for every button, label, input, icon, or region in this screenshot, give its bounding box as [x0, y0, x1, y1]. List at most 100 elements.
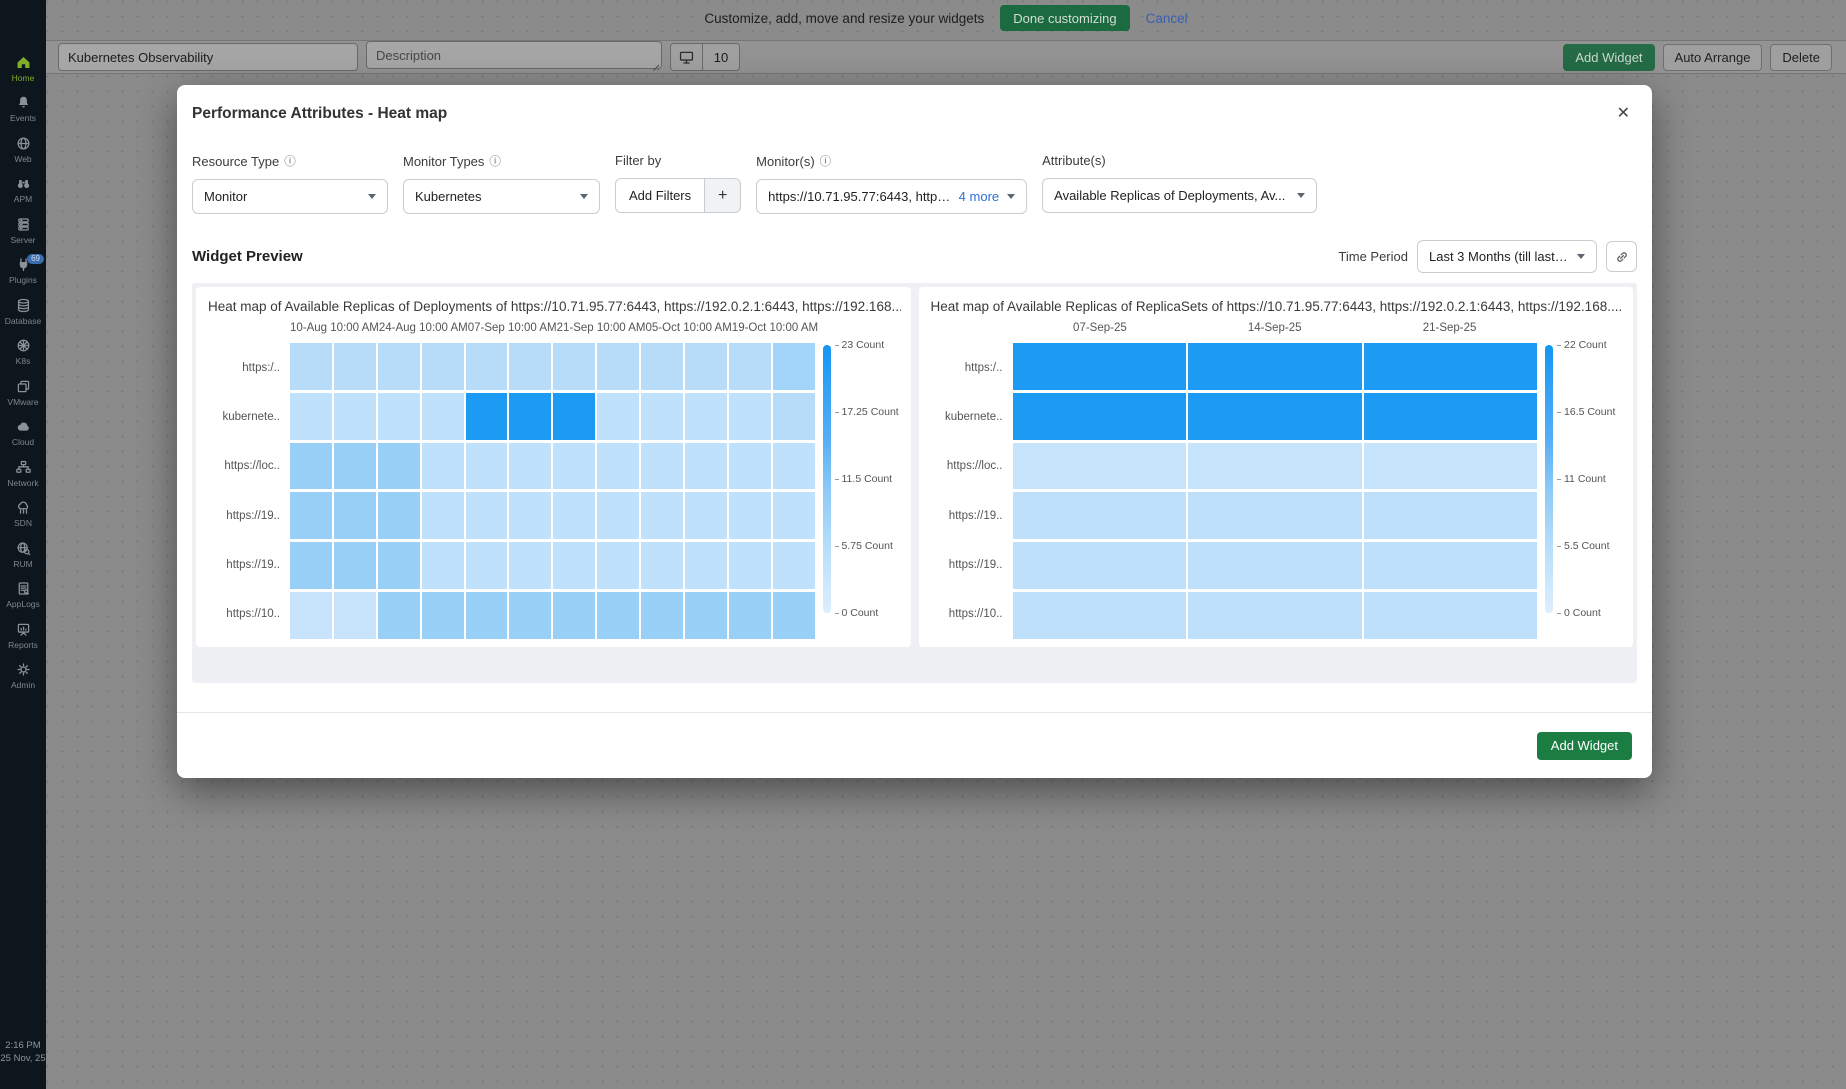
monitor-types-select[interactable]: Kubernetes: [403, 179, 600, 214]
dashboard-title-input[interactable]: [58, 43, 358, 71]
heatmap-cell[interactable]: [378, 592, 420, 639]
attributes-select[interactable]: Available Replicas of Deployments, Av...: [1042, 178, 1317, 213]
sidebar-item-network[interactable]: Network: [0, 453, 46, 494]
heatmap-cell[interactable]: [466, 542, 508, 589]
heatmap-cell[interactable]: [1188, 542, 1362, 589]
heatmap-cell[interactable]: [729, 492, 771, 539]
heatmap-cell[interactable]: [553, 393, 595, 440]
time-period-select[interactable]: Last 3 Months (till last m...: [1417, 240, 1597, 273]
heatmap-cell[interactable]: [422, 343, 464, 390]
sidebar-item-rum[interactable]: RUM: [0, 534, 46, 575]
heatmap-cell[interactable]: [509, 492, 551, 539]
heatmap-cell[interactable]: [422, 542, 464, 589]
delete-button[interactable]: Delete: [1770, 44, 1832, 71]
heatmap-cell[interactable]: [334, 492, 376, 539]
heatmap-cell[interactable]: [553, 592, 595, 639]
heatmap-cell[interactable]: [1188, 492, 1362, 539]
heatmap-cell[interactable]: [597, 592, 639, 639]
heatmap-cell[interactable]: [509, 443, 551, 490]
dashboard-description-input[interactable]: [366, 41, 662, 69]
heatmap-cell[interactable]: [685, 343, 727, 390]
info-icon[interactable]: ⓘ: [820, 153, 832, 169]
add-widget-toolbar-button[interactable]: Add Widget: [1563, 44, 1654, 71]
heatmap-cell[interactable]: [641, 492, 683, 539]
monitors-select[interactable]: https://10.71.95.77:6443, https://192.0.…: [756, 179, 1027, 214]
sidebar-item-events[interactable]: Events: [0, 89, 46, 130]
heatmap-cell[interactable]: [378, 542, 420, 589]
link-icon[interactable]: [1606, 241, 1637, 272]
heatmap-cell[interactable]: [1013, 443, 1187, 490]
heatmap-cell[interactable]: [378, 492, 420, 539]
heatmap-cell[interactable]: [334, 542, 376, 589]
heatmap-cell[interactable]: [1013, 542, 1187, 589]
heatmap-cell[interactable]: [422, 592, 464, 639]
heatmap-cell[interactable]: [641, 592, 683, 639]
heatmap-cell[interactable]: [1188, 592, 1362, 639]
heatmap-cell[interactable]: [729, 343, 771, 390]
heatmap-cell[interactable]: [1013, 592, 1187, 639]
heatmap-cell[interactable]: [553, 542, 595, 589]
heatmap-cell[interactable]: [466, 492, 508, 539]
heatmap-cell[interactable]: [729, 443, 771, 490]
sidebar-item-admin[interactable]: Admin: [0, 656, 46, 697]
heatmap-cell[interactable]: [1013, 343, 1187, 390]
heatmap-cell[interactable]: [509, 343, 551, 390]
auto-arrange-button[interactable]: Auto Arrange: [1663, 44, 1763, 71]
heatmap-cell[interactable]: [1364, 542, 1538, 589]
heatmap-cell[interactable]: [378, 443, 420, 490]
sidebar-item-database[interactable]: Database: [0, 291, 46, 332]
heatmap-cell[interactable]: [773, 592, 815, 639]
add-filter-plus-button[interactable]: +: [704, 178, 741, 213]
heatmap-cell[interactable]: [685, 443, 727, 490]
heatmap-cell[interactable]: [773, 492, 815, 539]
heatmap-cell[interactable]: [1364, 393, 1538, 440]
heatmap-cell[interactable]: [773, 393, 815, 440]
done-customizing-button[interactable]: Done customizing: [1000, 5, 1129, 31]
heatmap-cell[interactable]: [334, 592, 376, 639]
heatmap-cell[interactable]: [641, 542, 683, 589]
heatmap-cell[interactable]: [334, 443, 376, 490]
heatmap-cell[interactable]: [290, 343, 332, 390]
heatmap-cell[interactable]: [641, 443, 683, 490]
heatmap-cell[interactable]: [509, 393, 551, 440]
heatmap-cell[interactable]: [685, 492, 727, 539]
resource-type-select[interactable]: Monitor: [192, 179, 388, 214]
sidebar-item-apm[interactable]: APM: [0, 170, 46, 211]
sidebar-item-server[interactable]: Server: [0, 210, 46, 251]
heatmap-cell[interactable]: [509, 592, 551, 639]
heatmap-cell[interactable]: [422, 443, 464, 490]
heatmap-cell[interactable]: [597, 492, 639, 539]
heatmap-cell[interactable]: [729, 542, 771, 589]
heatmap-cell[interactable]: [685, 393, 727, 440]
heatmap-cell[interactable]: [685, 542, 727, 589]
heatmap-cell[interactable]: [509, 542, 551, 589]
info-icon[interactable]: ⓘ: [284, 153, 296, 169]
heatmap-cell[interactable]: [422, 492, 464, 539]
heatmap-cell[interactable]: [1364, 492, 1538, 539]
monitors-more-link[interactable]: 4 more: [959, 189, 999, 204]
sidebar-item-applogs[interactable]: AppLogs: [0, 575, 46, 616]
heatmap-cell[interactable]: [466, 393, 508, 440]
sidebar-item-sdn[interactable]: SDN: [0, 494, 46, 535]
heatmap-cell[interactable]: [597, 393, 639, 440]
heatmap-cell[interactable]: [597, 343, 639, 390]
heatmap-cell[interactable]: [553, 443, 595, 490]
info-icon[interactable]: ⓘ: [489, 153, 501, 169]
heatmap-cell[interactable]: [729, 592, 771, 639]
heatmap-cell[interactable]: [553, 492, 595, 539]
heatmap-cell[interactable]: [553, 343, 595, 390]
heatmap-cell[interactable]: [1364, 443, 1538, 490]
sidebar-item-vmware[interactable]: VMware: [0, 372, 46, 413]
heatmap-cell[interactable]: [290, 443, 332, 490]
heatmap-cell[interactable]: [1364, 592, 1538, 639]
heatmap-cell[interactable]: [641, 343, 683, 390]
close-icon[interactable]: ✕: [1617, 106, 1630, 122]
cancel-link[interactable]: Cancel: [1146, 11, 1188, 26]
heatmap-cell[interactable]: [773, 443, 815, 490]
heatmap-cell[interactable]: [378, 393, 420, 440]
heatmap-cell[interactable]: [1013, 393, 1187, 440]
sidebar-item-reports[interactable]: Reports: [0, 615, 46, 656]
heatmap-cell[interactable]: [290, 393, 332, 440]
heatmap-cell[interactable]: [1188, 343, 1362, 390]
heatmap-cell[interactable]: [1013, 492, 1187, 539]
